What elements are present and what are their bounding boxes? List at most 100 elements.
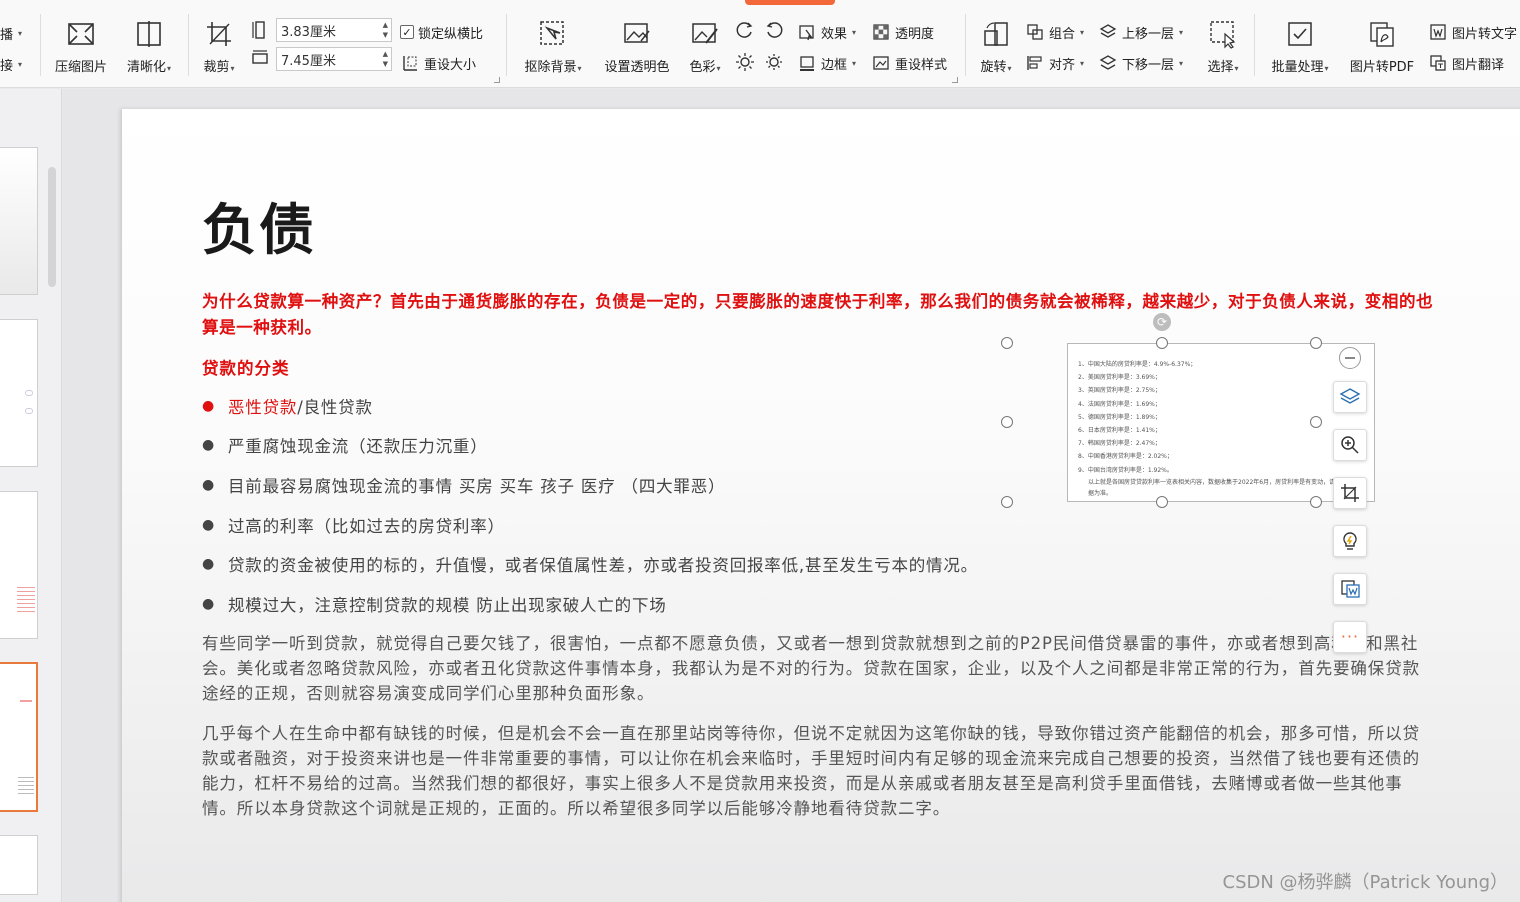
align-button[interactable]: 对齐 ▾ bbox=[1025, 52, 1084, 74]
reset-style-button[interactable]: 重设样式 bbox=[871, 52, 947, 74]
separator bbox=[506, 14, 507, 76]
cut-off-left-button-2[interactable]: 接 ▾ bbox=[0, 53, 22, 75]
border-button[interactable]: 边框 ▾ bbox=[797, 52, 856, 74]
align-label: 对齐 bbox=[1049, 57, 1076, 73]
decrease-brightness-icon[interactable] bbox=[764, 52, 784, 76]
width-value: 3.83厘米 bbox=[281, 24, 336, 40]
picture-to-text-quick-button[interactable] bbox=[1333, 573, 1367, 605]
set-transparent-color-icon bbox=[621, 18, 653, 50]
select-button[interactable]: 选择▾ bbox=[1200, 18, 1246, 78]
picture-translate-button[interactable]: 图片翻译 bbox=[1428, 52, 1504, 74]
bullet-highlight: 恶性贷款 bbox=[228, 397, 298, 417]
slide-thumbnail-panel bbox=[0, 89, 62, 902]
increase-contrast-icon[interactable] bbox=[735, 20, 755, 44]
reset-size-button[interactable]: 重设大小 bbox=[400, 52, 476, 74]
more-dots-icon: ··· bbox=[1340, 627, 1360, 646]
effects-icon bbox=[797, 22, 817, 42]
bullet-icon: ● bbox=[202, 556, 216, 573]
picture-to-pdf-button[interactable]: 图片转PDF bbox=[1344, 18, 1420, 78]
slide-thumbnail[interactable] bbox=[0, 835, 38, 895]
increase-brightness-icon[interactable] bbox=[735, 52, 755, 76]
slide-thumbnail-selected[interactable] bbox=[0, 662, 38, 812]
picture-to-word-icon bbox=[1341, 580, 1360, 598]
color-button[interactable]: 色彩▾ bbox=[684, 18, 726, 78]
dialog-launcher-icon[interactable] bbox=[494, 77, 500, 83]
slide[interactable]: 负债 为什么贷款算一种资产？首先由于通货膨胀的存在，负债是一定的，只要膨胀的速度… bbox=[122, 109, 1520, 902]
width-spinner-arrows[interactable]: ▲ ▼ bbox=[383, 20, 388, 40]
bring-forward-icon bbox=[1098, 22, 1118, 42]
decrease-contrast-icon[interactable] bbox=[764, 20, 784, 44]
bullet-item: ● 贷款的资金被使用的标的，升值慢，或者保值属性差，亦或者投资回报率低,甚至发生亏… bbox=[202, 544, 978, 584]
set-transparent-color-button[interactable]: 设置透明色 bbox=[597, 18, 677, 78]
remove-background-button[interactable]: 抠除背景▾ bbox=[515, 18, 591, 78]
select-label: 选择▾ bbox=[1207, 60, 1239, 75]
section-heading[interactable]: 贷款的分类 bbox=[202, 355, 290, 379]
reset-style-label: 重设样式 bbox=[895, 57, 948, 73]
slide-thumbnail[interactable] bbox=[0, 147, 38, 295]
resize-handle-top-right[interactable] bbox=[1310, 337, 1322, 349]
height-input[interactable]: 7.45厘米 ▲ ▼ bbox=[276, 47, 392, 71]
slide-thumbnail[interactable] bbox=[0, 491, 38, 639]
slide-canvas: 负债 为什么贷款算一种资产？首先由于通货膨胀的存在，负债是一定的，只要膨胀的速度… bbox=[63, 89, 1520, 902]
send-backward-button[interactable]: 下移一层 ▾ bbox=[1098, 52, 1183, 74]
smart-suggestion-button[interactable] bbox=[1333, 525, 1367, 557]
rotate-button[interactable]: 旋转▾ bbox=[973, 18, 1019, 78]
layers-button[interactable] bbox=[1333, 381, 1367, 413]
resize-handle-left[interactable] bbox=[1001, 416, 1013, 428]
cut-off-left-button-1[interactable]: 播 ▾ bbox=[0, 22, 22, 44]
body-paragraph-1[interactable]: 有些同学一听到贷款，就觉得自己要欠钱了，很害怕，一点都不愿意负债，又或者一想到贷… bbox=[202, 631, 1432, 706]
lock-aspect-ratio-checkbox[interactable]: ✓ 锁定纵横比 bbox=[400, 21, 483, 43]
sharpen-button[interactable]: 清晰化▾ bbox=[120, 18, 178, 78]
watermark: CSDN @杨骅麟（Patrick Young） bbox=[1222, 872, 1508, 893]
rotate-label: 旋转▾ bbox=[980, 60, 1012, 75]
height-spinner-arrows[interactable]: ▲ ▼ bbox=[383, 49, 388, 69]
bullet-text: /良性贷款 bbox=[297, 397, 373, 417]
crop-button[interactable]: 裁剪▾ bbox=[196, 18, 242, 78]
selected-picture[interactable]: 1、中国大陆的房贷利率是：4.9%-6.37%； 2、美国房贷利率是：3.69%… bbox=[1067, 343, 1375, 502]
group-icon bbox=[1025, 22, 1045, 42]
more-options-button[interactable]: ··· bbox=[1333, 621, 1367, 653]
picture-to-text-icon bbox=[1428, 22, 1448, 42]
zoom-button[interactable] bbox=[1333, 429, 1367, 461]
width-input[interactable]: 3.83厘米 ▲ ▼ bbox=[276, 18, 392, 42]
transparency-button[interactable]: 透明度 bbox=[871, 21, 934, 43]
bullet-icon: ● bbox=[202, 397, 216, 414]
align-icon bbox=[1025, 53, 1045, 73]
compress-label: 压缩图片 bbox=[54, 60, 107, 75]
lock-aspect-ratio-label: 锁定纵横比 bbox=[418, 26, 484, 42]
set-transparent-color-label: 设置透明色 bbox=[604, 60, 670, 75]
dialog-launcher-icon[interactable] bbox=[952, 77, 958, 83]
compress-picture-button[interactable]: 压缩图片 bbox=[50, 18, 112, 78]
slide-title[interactable]: 负债 bbox=[202, 185, 316, 265]
thumbnail-text-lines bbox=[18, 774, 34, 794]
bullet-item: ● 过高的利率（比如过去的房贷利率） bbox=[202, 505, 978, 545]
select-icon bbox=[1207, 18, 1239, 50]
bring-forward-button[interactable]: 上移一层 ▾ bbox=[1098, 21, 1183, 43]
resize-handle-bottom-right[interactable] bbox=[1310, 496, 1322, 508]
body-paragraph-2[interactable]: 几乎每个人在生命中都有缺钱的时候，但是机会不会一直在那里站岗等待你，但说不定就因… bbox=[202, 721, 1432, 821]
picture-line: 8、中国香港房贷利率是：2.02%； bbox=[1078, 453, 1173, 461]
checkbox-checked-icon: ✓ bbox=[400, 25, 414, 39]
border-label: 边框 bbox=[821, 57, 848, 73]
resize-handle-top-left[interactable] bbox=[1001, 337, 1013, 349]
picture-to-text-button[interactable]: 图片转文字 bbox=[1428, 21, 1517, 43]
intro-paragraph[interactable]: 为什么贷款算一种资产？首先由于通货膨胀的存在，负债是一定的，只要膨胀的速度快于利… bbox=[202, 289, 1442, 341]
color-icon bbox=[689, 18, 721, 50]
batch-process-button[interactable]: 批量处理▾ bbox=[1263, 18, 1337, 78]
bullet-list[interactable]: ● 恶性贷款/良性贷款 ● 严重腐蚀现金流（还款压力沉重） ● 目前最容易腐蚀现金流的… bbox=[202, 386, 978, 624]
resize-handle-top[interactable] bbox=[1156, 337, 1168, 349]
slide-thumbnail[interactable] bbox=[0, 319, 38, 467]
zoom-in-icon bbox=[1341, 436, 1359, 454]
picture-line: 4、法国房贷利率是：1.69%； bbox=[1078, 400, 1161, 408]
rotate-handle-icon[interactable]: ⟳ bbox=[1153, 313, 1171, 331]
effects-button[interactable]: 效果 ▾ bbox=[797, 21, 856, 43]
resize-handle-bottom[interactable] bbox=[1156, 496, 1168, 508]
resize-handle-right[interactable] bbox=[1310, 416, 1322, 428]
crop-icon bbox=[203, 18, 235, 50]
crop-quick-button[interactable] bbox=[1333, 477, 1367, 509]
picture-line: 7、韩国房贷利率是：2.47%； bbox=[1078, 440, 1161, 448]
group-button[interactable]: 组合 ▾ bbox=[1025, 21, 1084, 43]
thumbnail-scrollbar[interactable] bbox=[48, 167, 56, 287]
collapse-toolbar-icon[interactable] bbox=[1339, 347, 1361, 369]
resize-handle-bottom-left[interactable] bbox=[1001, 496, 1013, 508]
